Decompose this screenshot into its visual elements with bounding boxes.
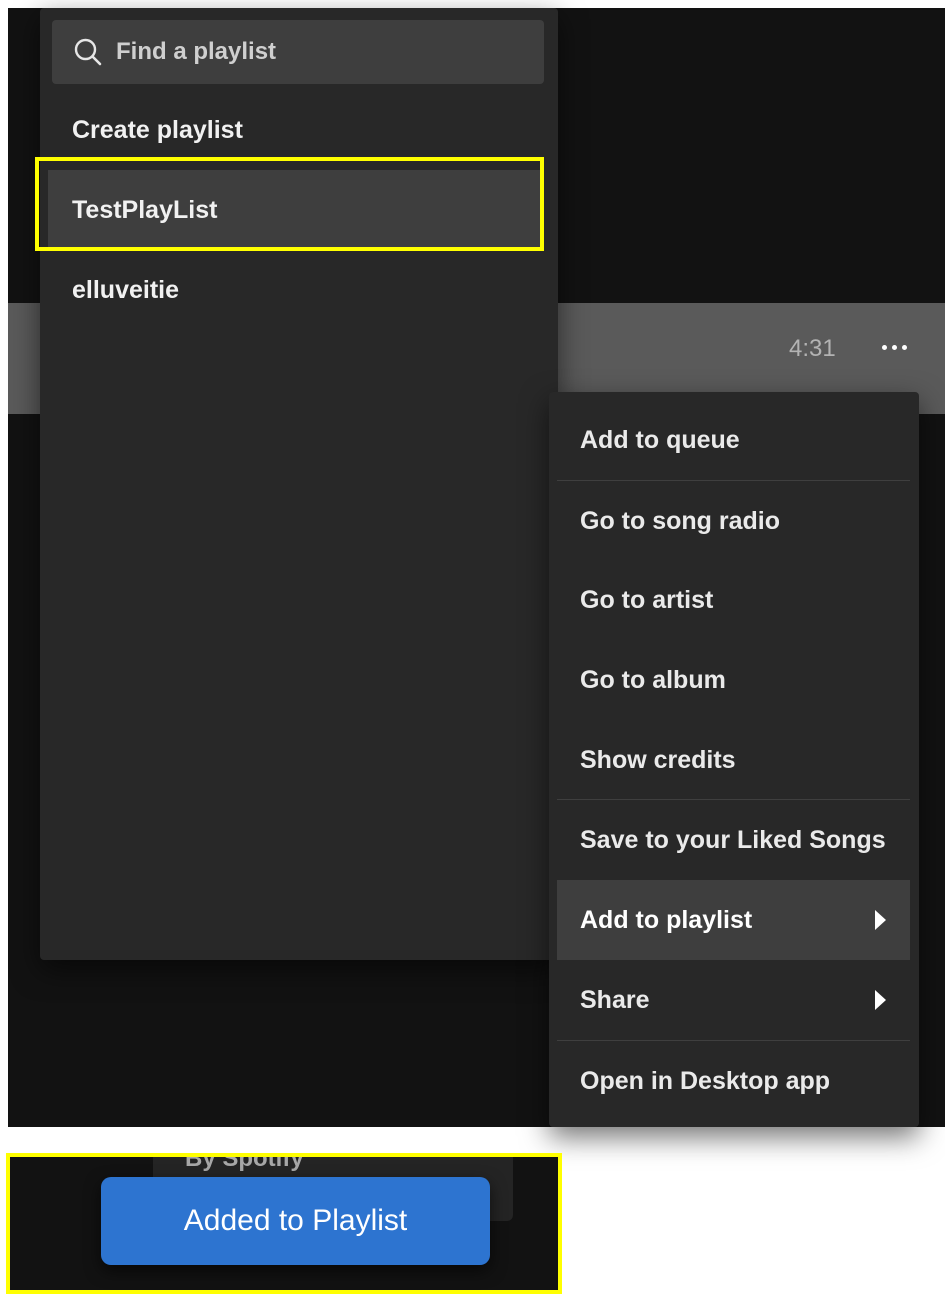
menu-item-label: Save to your Liked Songs [580,825,886,854]
menu-item-label: Show credits [580,745,736,774]
background-card-text: By Spotify [185,1153,304,1172]
create-playlist-label: Create playlist [72,115,243,144]
caret-right-icon [875,990,886,1010]
menu-item-label: Go to song radio [580,506,780,535]
playlist-item-label: TestPlayList [72,195,218,224]
track-duration: 4:31 [789,335,836,362]
playlist-search-box[interactable] [52,20,544,84]
menu-item-go-to-album[interactable]: Go to album [557,640,910,720]
menu-item-open-in-desktop-app[interactable]: Open in Desktop app [557,1041,910,1121]
screenshot-canvas: 4:31 Create playlist TestPlayList elluve… [0,0,945,1294]
menu-item-label: Add to queue [580,425,740,454]
playlist-search-input[interactable] [116,38,544,66]
caret-right-icon [875,910,886,930]
toast-message: Added to Playlist [183,1204,408,1237]
menu-item-go-to-artist[interactable]: Go to artist [557,560,910,640]
menu-item-share[interactable]: Share [557,960,910,1040]
playlist-item-testplaylist[interactable]: TestPlayList [48,170,540,250]
menu-item-label: Go to album [580,665,726,694]
more-options-icon[interactable] [872,330,916,364]
playlist-item-elluveitie[interactable]: elluveitie [48,250,540,330]
toast-notification: Added to Playlist [101,1177,490,1265]
playlist-item-label: elluveitie [72,275,179,304]
search-icon [72,36,104,68]
menu-item-add-to-queue[interactable]: Add to queue [557,400,910,480]
create-playlist-item[interactable]: Create playlist [48,90,540,170]
menu-item-add-to-playlist[interactable]: Add to playlist [557,880,910,960]
menu-item-label: Add to playlist [580,905,753,934]
menu-item-label: Share [580,985,650,1014]
menu-item-label: Go to artist [580,585,714,614]
menu-item-save-to-liked-songs[interactable]: Save to your Liked Songs [557,800,910,880]
menu-item-go-to-song-radio[interactable]: Go to song radio [557,481,910,561]
menu-item-label: Open in Desktop app [580,1066,831,1095]
menu-item-show-credits[interactable]: Show credits [557,720,910,800]
toast-screenshot-panel: By Spotify Added to Playlist [6,1153,562,1294]
